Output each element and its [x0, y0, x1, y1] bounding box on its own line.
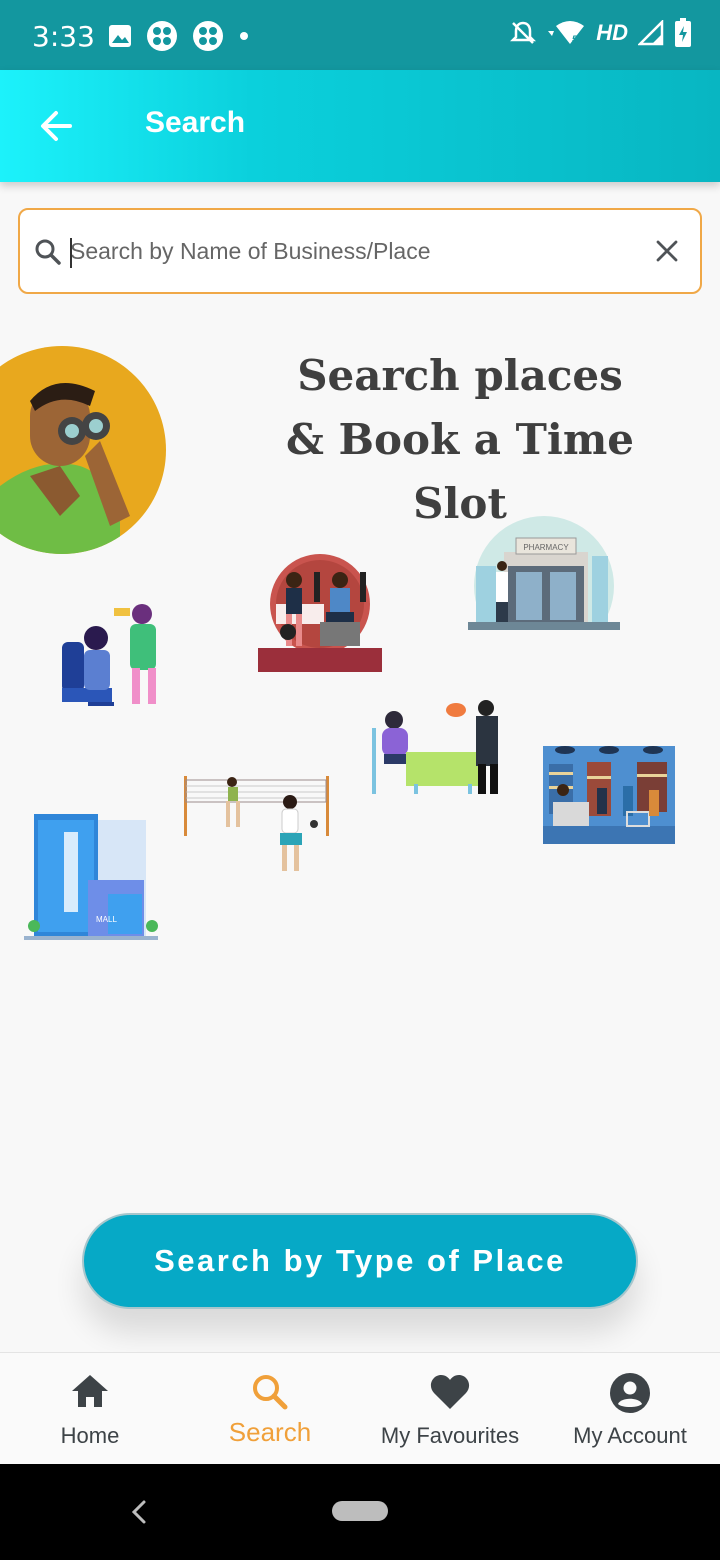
- heart-icon: [430, 1375, 470, 1409]
- signal-icon: [638, 20, 664, 46]
- network-type-label: HD: [596, 20, 628, 45]
- wifi-icon: 5: [548, 21, 585, 44]
- arrow-left-icon: [41, 111, 72, 141]
- dot-icon: [240, 32, 248, 40]
- search-icon: [253, 1375, 288, 1410]
- supermarket-illustration: [543, 746, 675, 844]
- page-title: Search: [145, 106, 246, 139]
- home-icon: [72, 1375, 108, 1407]
- image-notification-icon: [109, 25, 131, 47]
- nav-item-home[interactable]: Home: [0, 1353, 180, 1465]
- pharmacy-illustration: PHARMACY: [468, 516, 620, 630]
- gym-illustration: [258, 554, 382, 672]
- search-input[interactable]: [70, 226, 630, 276]
- mute-icon: [510, 21, 537, 44]
- mall-illustration: MALL: [24, 814, 158, 940]
- battery-icon: [675, 18, 691, 47]
- nav-label-search: Search: [228, 1417, 312, 1447]
- mall-sign-label: MALL: [96, 915, 117, 924]
- svg-text:5: 5: [572, 34, 578, 44]
- nav-item-favourites[interactable]: My Favourites: [360, 1353, 540, 1465]
- nav-label-home: Home: [60, 1423, 120, 1448]
- status-time: 3:33: [32, 20, 95, 53]
- back-button[interactable]: [30, 100, 82, 152]
- system-back-icon[interactable]: [128, 1494, 148, 1530]
- nav-label-account: My Account: [573, 1423, 687, 1448]
- close-icon[interactable]: [652, 236, 682, 266]
- hair-salon-illustration: [62, 604, 156, 706]
- system-home-pill[interactable]: [332, 1501, 388, 1521]
- app-bar: Search: [0, 70, 720, 182]
- nav-item-account[interactable]: My Account: [540, 1353, 720, 1465]
- headline-line-1: Search places: [297, 351, 623, 400]
- nav-item-search[interactable]: Search: [180, 1353, 360, 1465]
- pharmacy-sign-label: PHARMACY: [523, 543, 569, 552]
- app-notification-icon: [147, 21, 177, 51]
- system-status-icons: 5 HD: [510, 18, 692, 48]
- search-icon: [35, 239, 61, 265]
- nav-label-favourites: My Favourites: [380, 1423, 520, 1448]
- account-icon: [610, 1373, 650, 1413]
- restaurant-illustration: [372, 700, 498, 794]
- search-by-type-button[interactable]: Search by Type of Place: [82, 1213, 638, 1309]
- status-bar: 3:33 5 HD: [0, 0, 720, 70]
- search-box[interactable]: [18, 208, 702, 294]
- text-caret: [70, 238, 72, 268]
- binoculars-person-illustration: [0, 346, 166, 554]
- bottom-navigation: Home Search My Favourites My Account: [0, 1352, 720, 1464]
- badminton-illustration: [184, 776, 329, 871]
- app-notification-icon: [193, 21, 223, 51]
- headline: Search places & Book a Time Slot: [240, 344, 680, 536]
- notification-icons: [108, 20, 250, 52]
